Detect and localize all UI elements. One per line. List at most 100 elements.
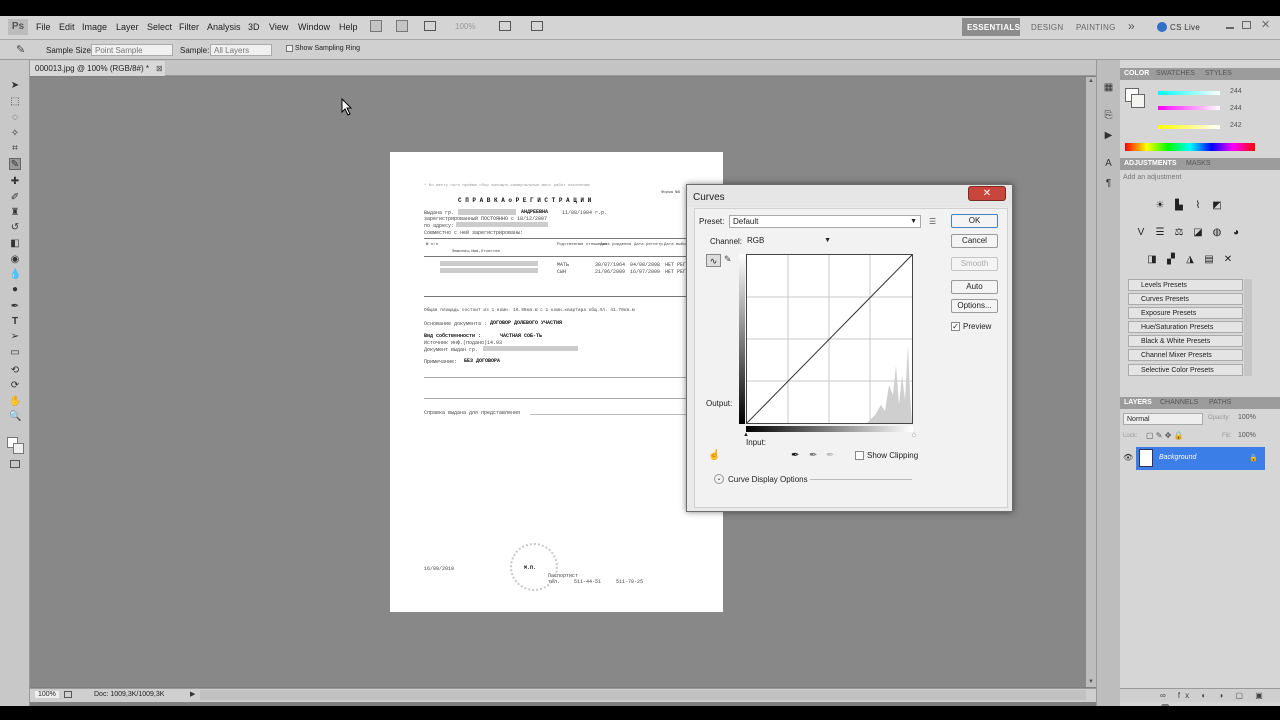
- preset-exposure[interactable]: Exposure Presets: [1128, 307, 1243, 319]
- scroll-down-arrow-icon[interactable]: ▼: [1088, 679, 1094, 685]
- extras-icon[interactable]: [424, 21, 436, 31]
- opacity-value[interactable]: 100%: [1238, 414, 1256, 421]
- posterize-icon[interactable]: ▞: [1164, 253, 1178, 266]
- preset-black-white[interactable]: Black & White Presets: [1128, 335, 1243, 347]
- ok-button[interactable]: OK: [951, 214, 998, 228]
- layer-row-background[interactable]: [1136, 447, 1265, 470]
- quick-select-tool-icon[interactable]: ✧: [9, 128, 21, 140]
- curve-pencil-mode-icon[interactable]: ✎: [724, 254, 732, 265]
- menu-window[interactable]: Window: [298, 22, 330, 32]
- minibridge-icon[interactable]: [396, 20, 408, 32]
- cancel-button[interactable]: Cancel: [951, 234, 998, 248]
- show-sampling-ring-checkbox[interactable]: [286, 45, 293, 52]
- invert-icon[interactable]: ◨: [1145, 253, 1159, 266]
- tab-masks[interactable]: MASKS: [1186, 160, 1211, 167]
- menu-filter[interactable]: Filter: [179, 22, 199, 32]
- blue-value[interactable]: 242: [1230, 122, 1242, 129]
- document-tab[interactable]: 000013.jpg @ 100% (RGB/8#) *: [30, 61, 165, 76]
- pen-tool-icon[interactable]: ✒: [9, 301, 21, 313]
- preset-options-icon[interactable]: ☰: [929, 217, 936, 226]
- menu-file[interactable]: File: [36, 22, 51, 32]
- arrange-documents-icon[interactable]: [499, 21, 511, 31]
- horizontal-scrollbar[interactable]: [200, 690, 1086, 700]
- green-slider[interactable]: [1158, 106, 1220, 110]
- blue-slider[interactable]: [1158, 125, 1220, 129]
- red-slider[interactable]: [1158, 91, 1220, 95]
- cs-live-button[interactable]: CS Live: [1170, 23, 1200, 32]
- paint-bucket-tool-icon[interactable]: ◉: [9, 254, 21, 266]
- preview-checkbox[interactable]: ✓: [951, 322, 960, 331]
- character-panel-icon[interactable]: A: [1102, 158, 1115, 170]
- actions-panel-icon[interactable]: ▶: [1102, 130, 1115, 142]
- eyedropper-tool-icon[interactable]: ✎: [9, 158, 21, 170]
- scroll-up-arrow-icon[interactable]: ▲: [1088, 78, 1094, 84]
- menu-image[interactable]: Image: [82, 22, 107, 32]
- curve-display-options-label[interactable]: Curve Display Options: [728, 475, 808, 484]
- maximize-window-button[interactable]: [1242, 21, 1251, 29]
- bg-color-swatch[interactable]: [1131, 94, 1145, 108]
- menu-3d[interactable]: 3D: [248, 22, 260, 32]
- menu-edit[interactable]: Edit: [59, 22, 75, 32]
- tab-channels[interactable]: CHANNELS: [1160, 399, 1198, 406]
- lock-icons[interactable]: ▢ ✎ ✥ 🔒: [1146, 431, 1184, 440]
- bridge-icon[interactable]: [370, 20, 382, 32]
- menu-select[interactable]: Select: [147, 22, 172, 32]
- crop-tool-icon[interactable]: ⌗: [9, 143, 21, 155]
- preset-hue-saturation[interactable]: Hue/Saturation Presets: [1128, 321, 1243, 333]
- show-clipping-checkbox[interactable]: [855, 451, 864, 460]
- workspace-painting[interactable]: PAINTING: [1076, 23, 1116, 32]
- dodge-tool-icon[interactable]: ●: [9, 284, 21, 296]
- paragraph-panel-icon[interactable]: ¶: [1102, 178, 1115, 190]
- channel-mixer-icon[interactable]: ◕: [1229, 226, 1243, 239]
- menu-analysis[interactable]: Analysis: [207, 22, 241, 32]
- history-panel-icon[interactable]: ⎘: [1102, 110, 1115, 122]
- type-tool-icon[interactable]: T: [9, 316, 21, 328]
- tab-layers[interactable]: LAYERS: [1124, 399, 1152, 406]
- tab-color[interactable]: COLOR: [1124, 70, 1149, 77]
- curve-point-mode-icon[interactable]: ∿: [706, 254, 721, 267]
- brush-tool-icon[interactable]: ✐: [9, 192, 21, 204]
- presets-scrollbar[interactable]: [1244, 279, 1252, 376]
- path-selection-tool-icon[interactable]: ➢: [9, 331, 21, 343]
- eyedropper-tool-preset-icon[interactable]: ✎: [16, 43, 25, 56]
- curve-display-options-toggle-icon[interactable]: ⌄: [714, 474, 724, 484]
- hue-saturation-icon[interactable]: ☰: [1153, 226, 1167, 239]
- preset-curves[interactable]: Curves Presets: [1128, 293, 1243, 305]
- threshold-icon[interactable]: ◮: [1183, 253, 1197, 266]
- move-tool-icon[interactable]: ➤: [9, 80, 21, 92]
- mini-bridge-panel-icon[interactable]: ▦: [1102, 82, 1115, 94]
- 3d-orbit-tool-icon[interactable]: ⟳: [9, 380, 21, 392]
- red-value[interactable]: 244: [1230, 88, 1242, 95]
- white-eyedropper-icon[interactable]: ✒: [826, 450, 834, 461]
- history-brush-tool-icon[interactable]: ↺: [9, 222, 21, 234]
- sample-size-select[interactable]: Point Sample: [91, 44, 173, 56]
- channel-select[interactable]: RGB ▼: [745, 235, 835, 247]
- gray-eyedropper-icon[interactable]: ✒: [809, 450, 817, 461]
- layer-name[interactable]: Background: [1159, 454, 1196, 461]
- tab-swatches[interactable]: SWATCHES: [1156, 70, 1195, 77]
- gradient-map-icon[interactable]: ▤: [1202, 253, 1216, 266]
- close-window-button[interactable]: ✕: [1261, 18, 1270, 31]
- eraser-tool-icon[interactable]: ◧: [9, 238, 21, 250]
- 3d-rotate-tool-icon[interactable]: ⟲: [9, 365, 21, 377]
- preset-levels[interactable]: Levels Presets: [1128, 279, 1243, 291]
- auto-button[interactable]: Auto: [951, 280, 998, 294]
- color-spectrum-bar[interactable]: [1125, 143, 1255, 151]
- shape-tool-icon[interactable]: ▭: [9, 347, 21, 359]
- tab-paths[interactable]: PATHS: [1209, 399, 1231, 406]
- status-info-icon[interactable]: [64, 691, 72, 698]
- status-menu-arrow-icon[interactable]: ▶: [190, 690, 195, 698]
- white-point-slider[interactable]: ▲: [911, 432, 917, 438]
- document-tab-close-icon[interactable]: ⊠: [156, 64, 163, 73]
- targeted-adjustment-icon[interactable]: ☝: [708, 450, 720, 461]
- exposure-icon[interactable]: ◩: [1210, 199, 1224, 212]
- black-eyedropper-icon[interactable]: ✒: [791, 450, 799, 461]
- green-value[interactable]: 244: [1230, 105, 1242, 112]
- tab-styles[interactable]: STYLES: [1205, 70, 1232, 77]
- layer-visibility-eye-icon[interactable]: 👁: [1123, 453, 1133, 462]
- blur-tool-icon[interactable]: 💧: [9, 269, 21, 281]
- black-white-icon[interactable]: ◪: [1191, 226, 1205, 239]
- tab-adjustments[interactable]: ADJUSTMENTS: [1124, 160, 1177, 167]
- hand-tool-icon[interactable]: ✋: [9, 396, 21, 408]
- minimize-window-button[interactable]: [1226, 27, 1234, 29]
